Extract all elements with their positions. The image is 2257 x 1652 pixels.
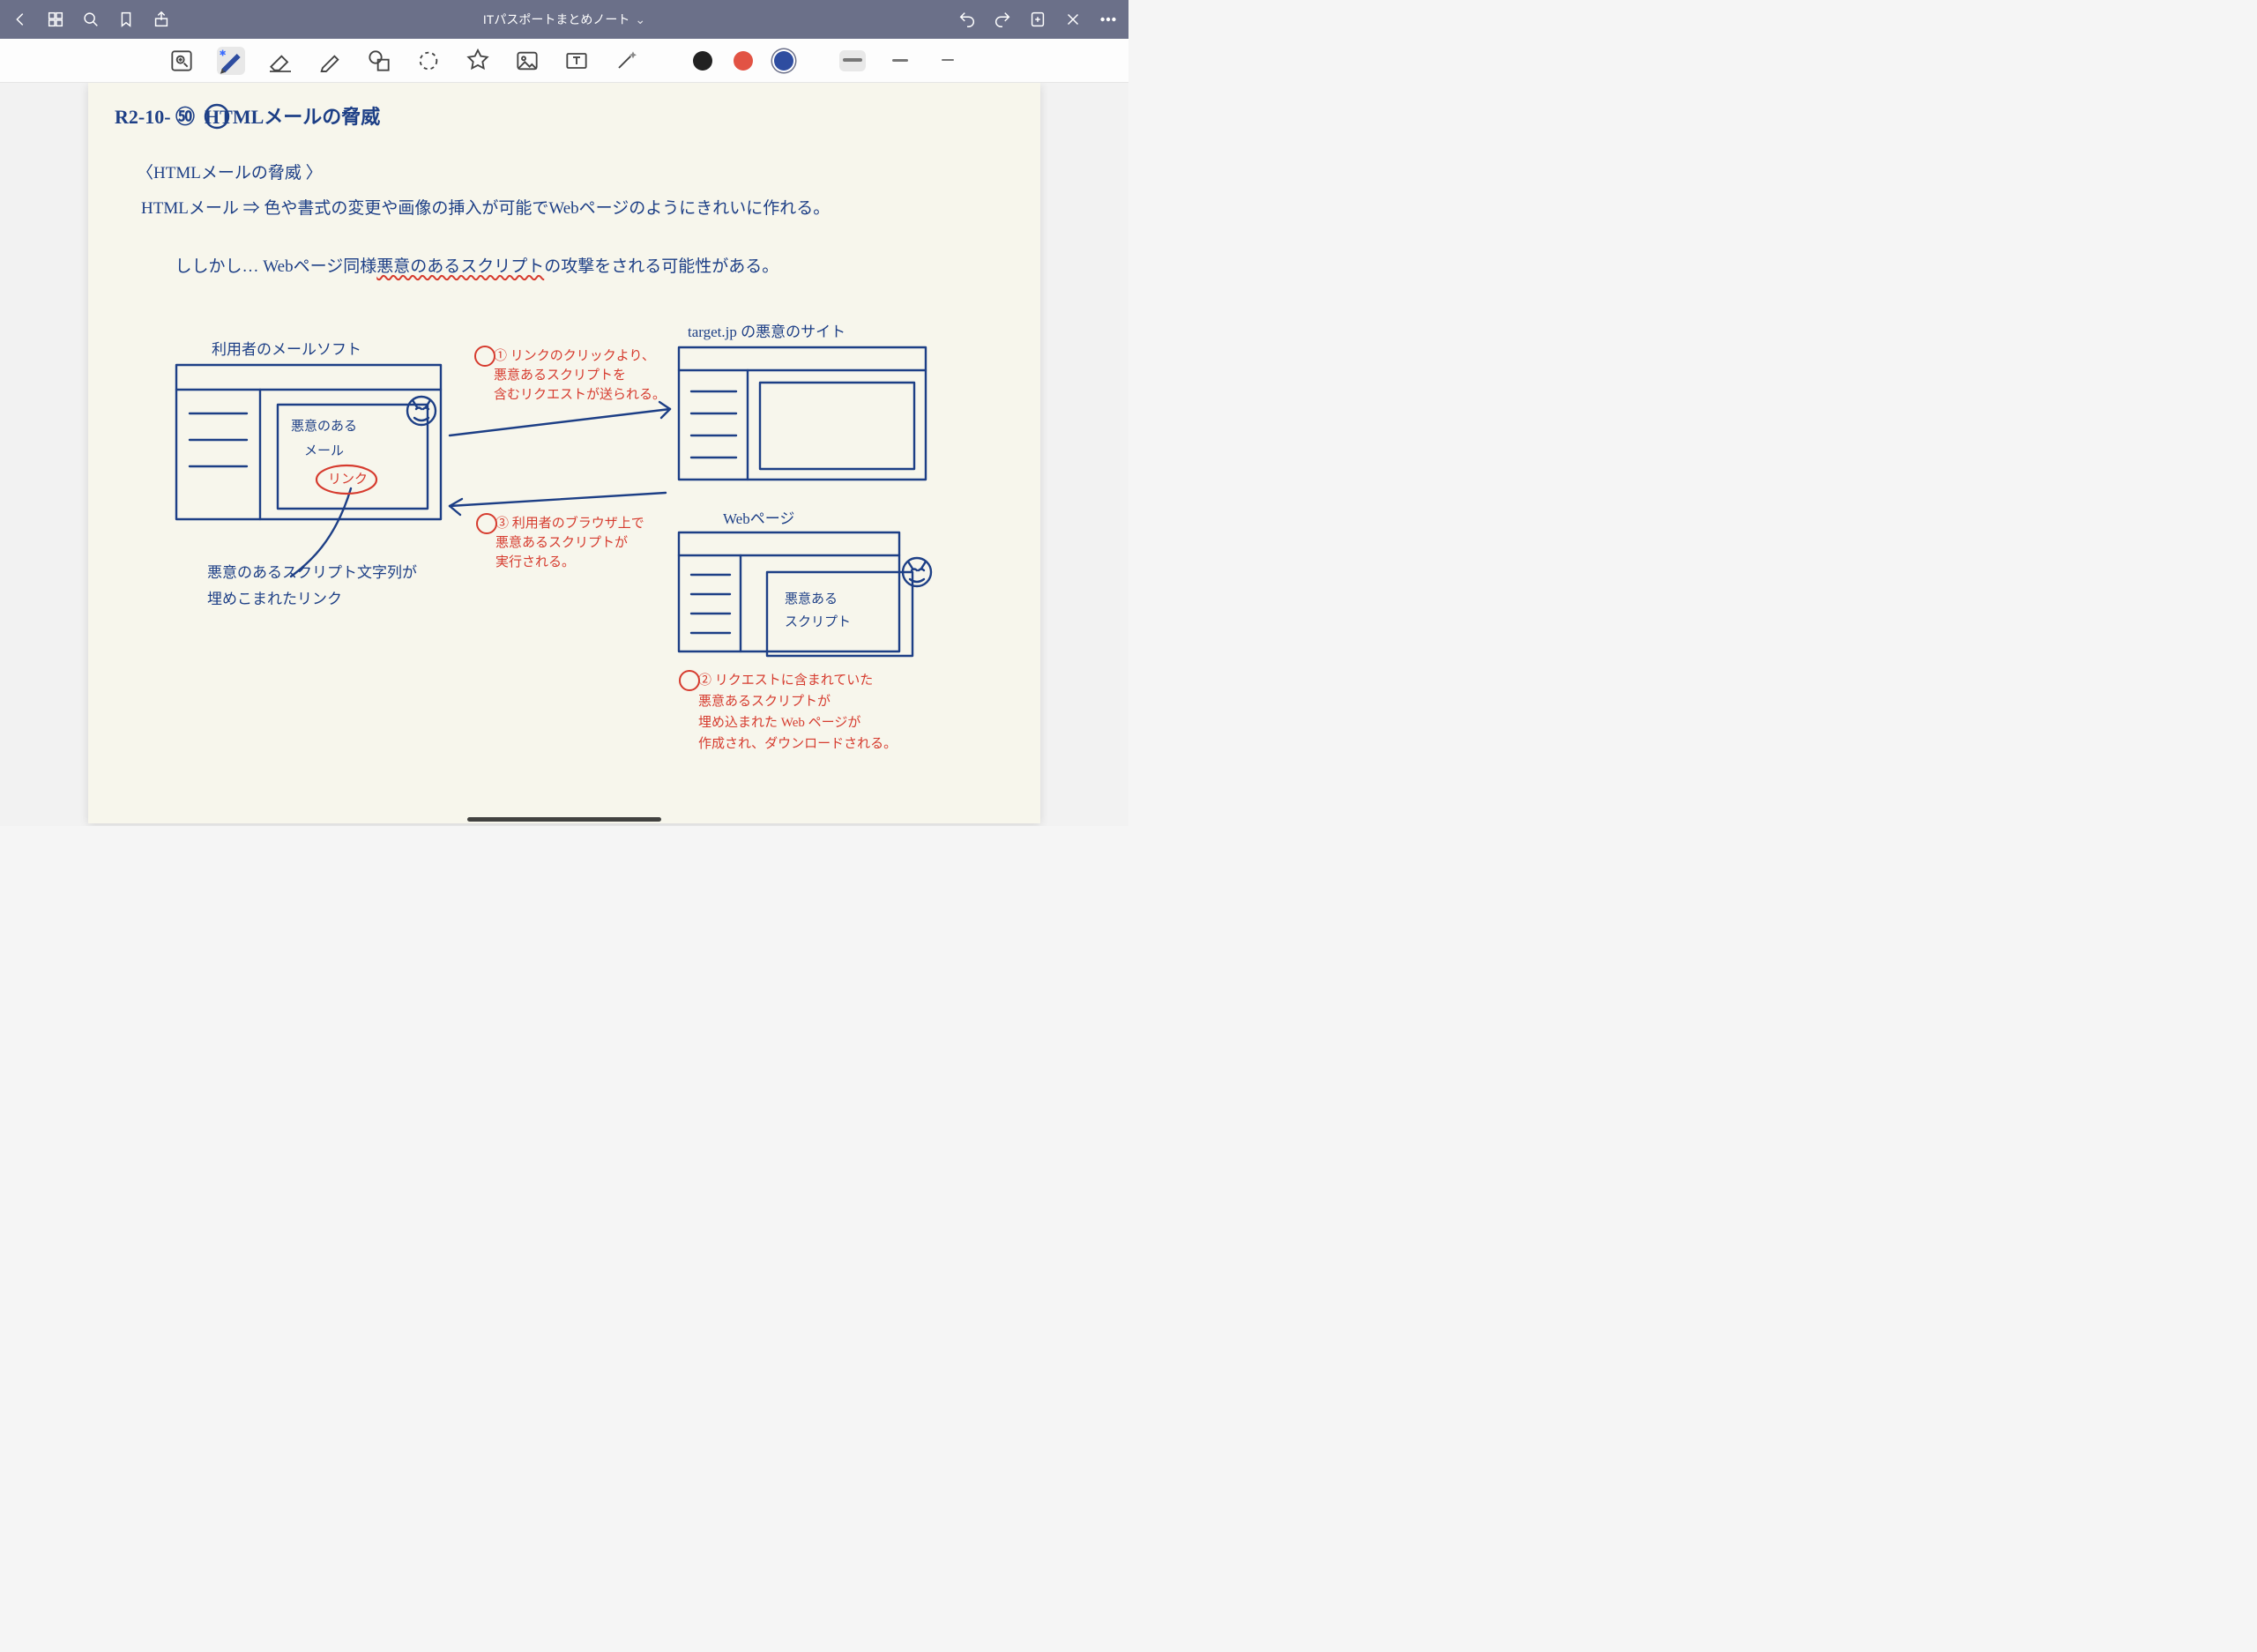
- note-heading: R2-10- ㊿ HTMLメールの脅威: [115, 104, 380, 130]
- title-bar: ITパスポートまとめノート ⌄: [0, 0, 1128, 39]
- box-left-inner2: メール: [304, 443, 344, 460]
- step2-line2: 悪意あるスクリプトが: [698, 693, 831, 711]
- diagram-svg: [88, 83, 1040, 823]
- box-web-inner2: スクリプト: [785, 614, 851, 631]
- add-page-icon[interactable]: [1028, 10, 1047, 29]
- box-left-inner3: リンク: [328, 471, 368, 488]
- shape-tool-icon[interactable]: [365, 47, 393, 75]
- arrow2-line2: 悪意あるスクリプトが: [495, 534, 628, 552]
- box-right-title: target.jp の悪意のサイト: [688, 323, 845, 343]
- box-left-caption1: 悪意のあるスクリプト文字列が: [207, 563, 417, 584]
- close-icon[interactable]: [1063, 10, 1083, 29]
- step2-line1: ② リクエストに含まれていた: [698, 672, 873, 689]
- undo-icon[interactable]: [957, 10, 977, 29]
- arrow1-line3: 含むリクエストが送られる。: [494, 386, 666, 404]
- document-title-chevron-icon: ⌄: [635, 12, 645, 27]
- pen-tool-icon[interactable]: ✱: [217, 47, 245, 75]
- note-page[interactable]: R2-10- ㊿ HTMLメールの脅威 〈HTMLメールの脅威 〉 HTMLメー…: [88, 83, 1040, 823]
- note-line2-b: 悪意のあるスクリプト: [376, 257, 544, 276]
- document-title-text: ITパスポートまとめノート: [483, 11, 629, 28]
- color-blue[interactable]: [774, 51, 793, 71]
- box-web-title: Webページ: [723, 510, 794, 530]
- home-indicator: [467, 817, 661, 822]
- redo-icon[interactable]: [993, 10, 1012, 29]
- box-web-inner1: 悪意ある: [785, 591, 838, 608]
- note-line2-a: ししかし… Webページ同様: [175, 257, 377, 276]
- eraser-tool-icon[interactable]: [266, 47, 294, 75]
- lasso-tool-icon[interactable]: [414, 47, 443, 75]
- share-icon[interactable]: [152, 10, 171, 29]
- color-black[interactable]: [693, 51, 712, 71]
- stroke-thin[interactable]: [935, 50, 961, 71]
- titlebar-left-group: [11, 10, 171, 29]
- step2-line3: 埋め込まれた Web ページが: [698, 714, 860, 732]
- note-line2: ししかし… Webページ同様悪意のあるスクリプトの攻撃をされる可能性がある。: [150, 233, 778, 301]
- canvas-area[interactable]: R2-10- ㊿ HTMLメールの脅威 〈HTMLメールの脅威 〉 HTMLメー…: [0, 83, 1128, 826]
- document-title[interactable]: ITパスポートまとめノート ⌄: [171, 11, 957, 28]
- box-left-caption2: 埋めこまれたリンク: [207, 590, 342, 610]
- box-left-title: 利用者のメールソフト: [212, 340, 361, 361]
- arrow2-line3: 実行される。: [495, 554, 575, 571]
- step2-line4: 作成され、ダウンロードされる。: [698, 735, 897, 753]
- image-tool-icon[interactable]: [513, 47, 541, 75]
- back-icon[interactable]: [11, 10, 30, 29]
- stroke-medium[interactable]: [887, 50, 913, 71]
- more-icon[interactable]: [1099, 10, 1118, 29]
- stroke-thick[interactable]: [839, 50, 866, 71]
- arrow2-line1: ③ 利用者のブラウザ上で: [495, 515, 644, 532]
- wand-tool-icon[interactable]: [612, 47, 640, 75]
- tool-bar: ✱: [0, 39, 1128, 83]
- color-red[interactable]: [734, 51, 753, 71]
- zoom-tool-icon[interactable]: [168, 47, 196, 75]
- highlighter-tool-icon[interactable]: [316, 47, 344, 75]
- note-line1: HTMLメール ⇒ 色や書式の変更や画像の挿入が可能でWebページのようにきれい…: [141, 197, 830, 220]
- note-line2-c: の攻撃をされる可能性がある。: [544, 257, 778, 276]
- svg-text:✱: ✱: [220, 48, 227, 57]
- note-section-title: 〈HTMLメールの脅威 〉: [137, 162, 323, 185]
- text-tool-icon[interactable]: [562, 47, 591, 75]
- box-left-inner1: 悪意のある: [291, 418, 357, 435]
- titlebar-right-group: [957, 10, 1118, 29]
- grid-icon[interactable]: [46, 10, 65, 29]
- arrow1-line1: ① リンクのクリックより、: [494, 347, 655, 365]
- sticker-tool-icon[interactable]: [464, 47, 492, 75]
- search-icon[interactable]: [81, 10, 101, 29]
- bookmark-icon[interactable]: [116, 10, 136, 29]
- arrow1-line2: 悪意あるスクリプトを: [494, 367, 626, 384]
